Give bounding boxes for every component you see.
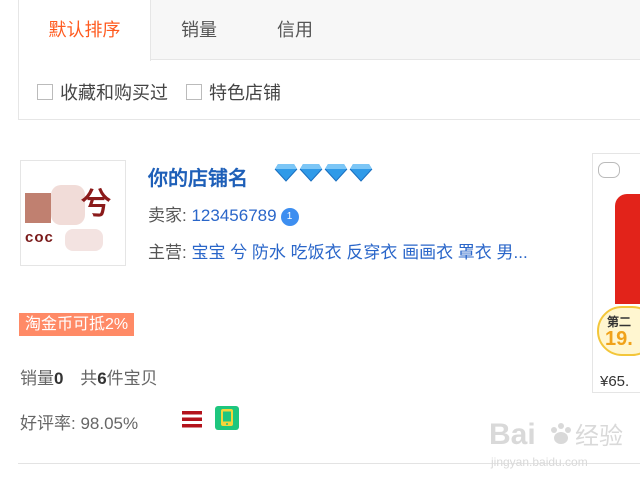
logo-wordmark: coc [25, 229, 54, 246]
promo-price: 19. [605, 328, 633, 350]
seller-level-diamonds [274, 162, 373, 182]
filter-favorited-purchased[interactable]: 收藏和购买过 [37, 79, 168, 105]
svg-text:Bai: Bai [489, 418, 536, 451]
diamond-icon [349, 164, 373, 182]
filter-featured-shops[interactable]: 特色店铺 [186, 79, 281, 105]
seller-id-link[interactable]: 123456789 [191, 206, 276, 225]
filter-bar: 收藏和购买过 特色店铺 [37, 80, 299, 104]
items-prefix: 共 [80, 369, 98, 388]
checkbox[interactable] [37, 84, 53, 100]
wangwang-chat-icon[interactable]: 1 [280, 207, 299, 226]
shop-logo[interactable]: 兮 coc [20, 160, 126, 266]
tab-credit[interactable]: 信用 [247, 0, 343, 60]
logo-glyph: 兮 [81, 187, 111, 222]
main-business-keywords[interactable]: 宝宝 兮 防水 吃饭衣 反穿衣 画画衣 罩衣 男... [191, 243, 527, 262]
logo-blur-block [51, 185, 85, 225]
rating-value: 98.05% [80, 414, 139, 433]
filter-label: 收藏和购买过 [60, 83, 168, 103]
consumer-protection-icon[interactable] [181, 408, 203, 430]
diamond-icon [324, 164, 348, 182]
sales-count: 0 [54, 369, 64, 388]
items-suffix: 件宝贝 [106, 369, 158, 388]
promo-badge: 第二 19. [597, 306, 640, 356]
taobao-coin-badge: 淘金币可抵2% [19, 313, 135, 336]
diamond-icon [299, 164, 323, 182]
logo-blur-block [65, 229, 103, 251]
rating-row: 好评率: 98.05% [20, 409, 138, 434]
logo-blur-block [25, 193, 51, 223]
tab-default-sort[interactable]: 默认排序 [19, 0, 151, 61]
main-business-label: 主营: [148, 243, 187, 262]
seller-label: 卖家: [148, 206, 187, 225]
shop-stats: 销量0 共6件宝贝 [20, 364, 158, 389]
sort-tabs: 默认排序 销量 信用 [19, 0, 640, 61]
product-preview-card[interactable]: 第二 19. [592, 153, 640, 393]
items-count: 6 [97, 369, 107, 388]
mobile-shop-icon[interactable] [215, 406, 239, 430]
tab-sales[interactable]: 销量 [151, 0, 247, 60]
sales-label: 销量 [20, 369, 54, 388]
checkbox[interactable] [186, 84, 202, 100]
svg-text:经验: 经验 [575, 422, 623, 450]
product-price: ¥65. [600, 373, 630, 390]
filter-label: 特色店铺 [209, 83, 281, 103]
rating-label: 好评率: [20, 414, 76, 433]
baidu-paw-logo: Bai 经验 jingyan.baidu.com [489, 418, 623, 469]
svg-text:jingyan.baidu.com: jingyan.baidu.com [490, 455, 588, 469]
brand-mini-logo [598, 162, 620, 178]
sort-filter-panel: 默认排序 销量 信用 收藏和购买过 特色店铺 [18, 0, 640, 120]
baidu-jingyan-watermark: Bai 经验 jingyan.baidu.com [487, 410, 637, 477]
diamond-icon [274, 164, 298, 182]
product-image-red-garment [615, 194, 640, 304]
seller-row: 卖家: 123456789 1 [148, 201, 299, 226]
shop-name-link[interactable]: 你的店铺名 [148, 162, 248, 191]
main-business-row: 主营: 宝宝 兮 防水 吃饭衣 反穿衣 画画衣 罩衣 男... [148, 238, 528, 263]
